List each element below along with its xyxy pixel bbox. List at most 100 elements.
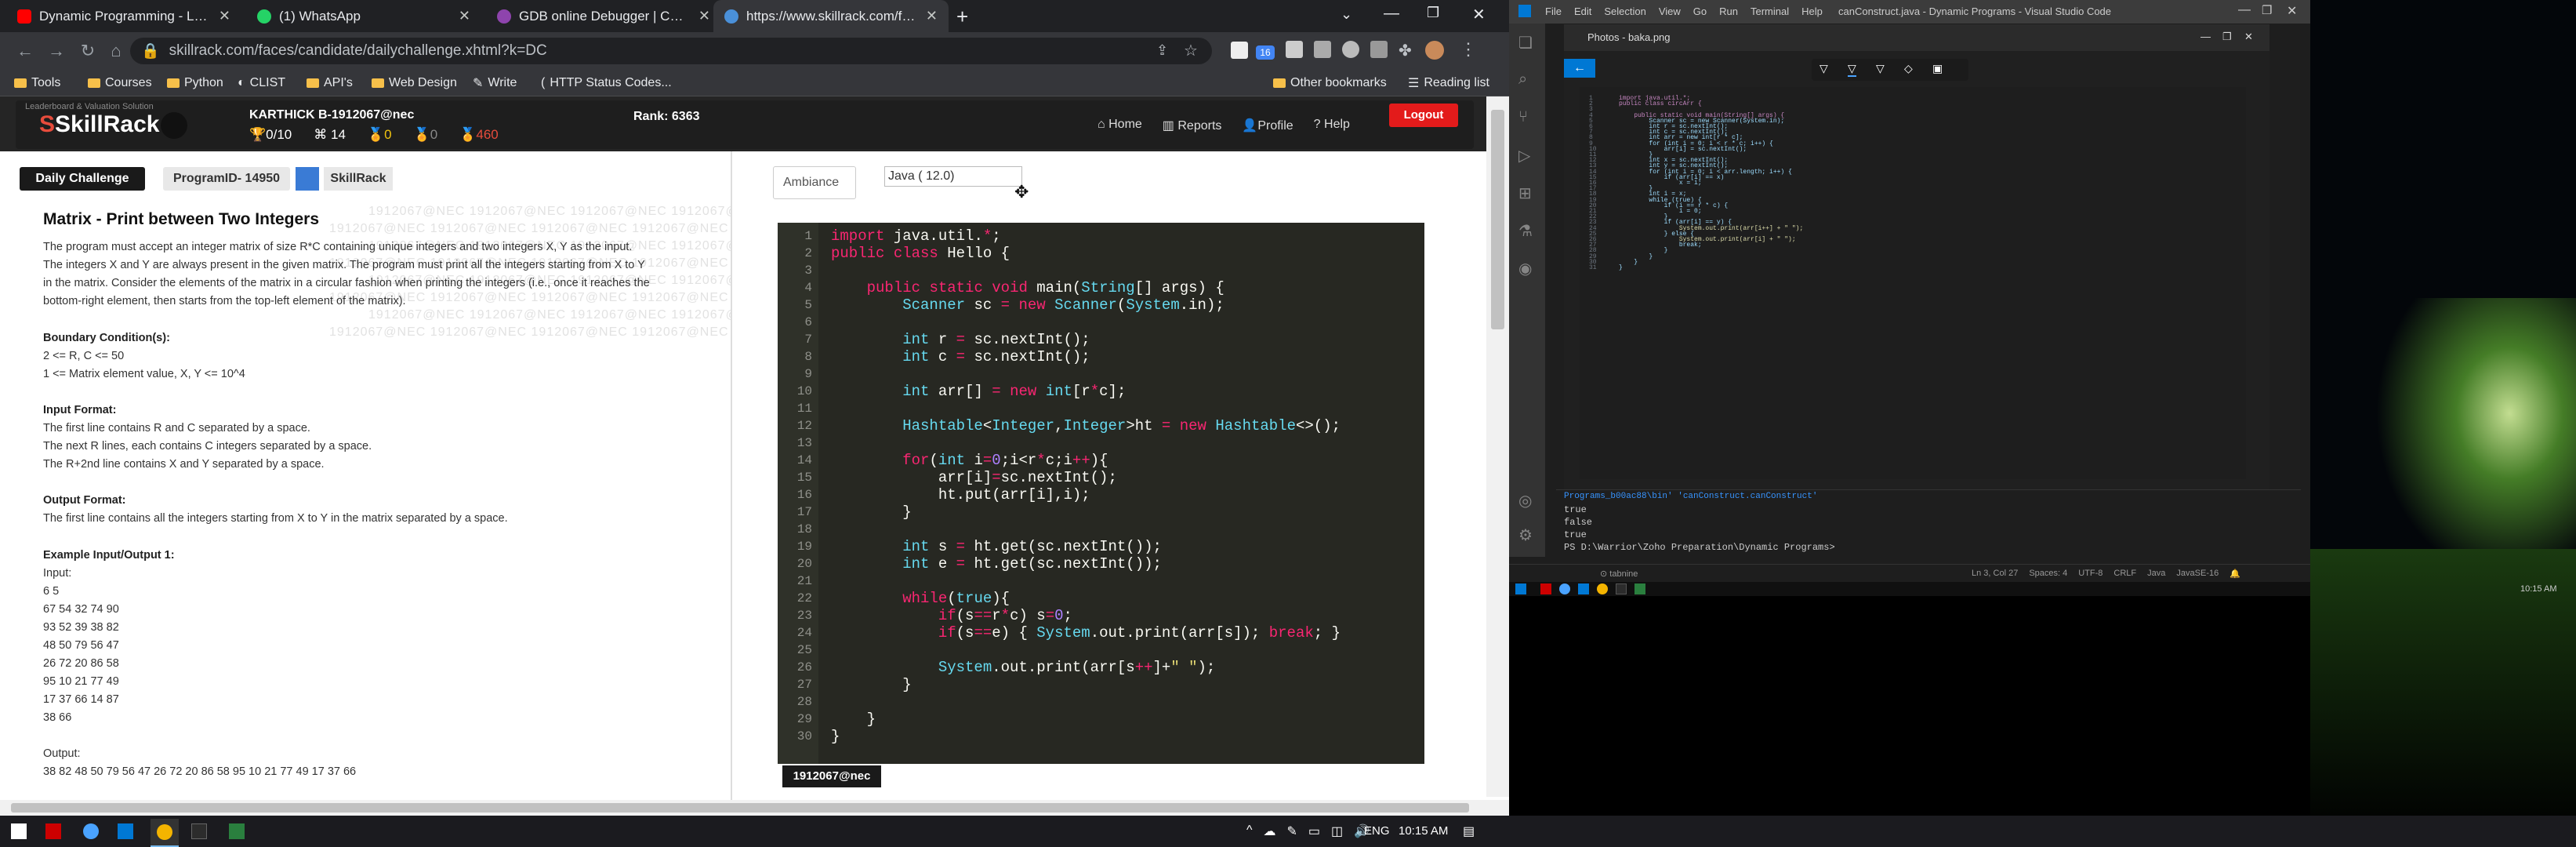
bookmark-apis[interactable]: API's [307,69,353,96]
extension-icon[interactable] [1286,41,1303,58]
home-icon[interactable]: ⌂ [99,32,133,69]
start-icon[interactable] [11,823,27,839]
bookmark-star-icon[interactable]: ☆ [1184,41,1198,60]
cursor-position[interactable]: Ln 3, Col 27 [1972,569,2018,579]
extension-icon[interactable] [1231,42,1248,59]
language-select[interactable]: Java ( 12.0) [884,166,1022,187]
tab-skillrack[interactable]: https://www.skillrack.com/faces/ ✕ [713,0,949,32]
menu-go[interactable]: Go [1693,5,1707,17]
battery-icon[interactable]: ▭ [1308,823,1320,839]
crop-icon[interactable]: ▣ [1932,62,1943,75]
app-icon[interactable] [83,823,99,839]
close-icon[interactable]: ✕ [698,8,710,24]
avatar[interactable] [1425,41,1444,60]
app-icon[interactable] [1540,583,1551,594]
close-icon[interactable]: ✕ [219,8,230,24]
shield-icon[interactable] [1342,41,1359,58]
forward-button[interactable]: → [39,32,74,69]
bookmark-web-design[interactable]: Web Design [372,69,457,96]
tab-youtube[interactable]: Dynamic Programming - Learn t ✕ [6,0,241,32]
encoding[interactable]: UTF-8 [2078,569,2103,579]
menu-help[interactable]: Help [1801,5,1823,17]
start-icon[interactable] [1515,583,1526,594]
nav-home[interactable]: ⌂ Home [1098,118,1142,133]
indentation[interactable]: Spaces: 4 [2029,569,2067,579]
window-close-button[interactable]: ✕ [2287,3,2297,19]
address-bar[interactable]: 🔒 skillrack.com/faces/candidate/dailycha… [130,38,1212,64]
bookmark-http-status[interactable]: (HTTP Status Codes... [541,69,672,96]
vscode-taskbar-icon[interactable] [118,823,133,839]
share-icon[interactable]: ⇪ [1156,42,1168,59]
nav-profile[interactable]: 👤Profile [1242,118,1293,133]
nav-help[interactable]: ? Help [1314,118,1350,133]
skillrack-logo[interactable]: SSkillRack [39,111,159,138]
menu-selection[interactable]: Selection [1604,5,1645,17]
tab-search-icon[interactable]: ⌄ [1341,6,1352,23]
app-icon[interactable] [229,823,245,839]
terminal-panel[interactable]: Programs_b00ac88\bin' 'canConstruct.canC… [1556,489,2301,560]
scrollbar-thumb[interactable] [1491,110,1504,329]
explorer-icon[interactable]: ❏ [1518,33,1533,53]
nav-reports[interactable]: ▥ Reports [1163,118,1222,133]
app-icon[interactable] [45,823,61,839]
tab-whatsapp[interactable]: (1) WhatsApp ✕ [246,0,481,32]
bookmark-other[interactable]: Other bookmarks [1273,69,1387,96]
avatar[interactable] [161,112,187,139]
pen-icon[interactable]: ✎ [1287,823,1297,839]
window-close-button[interactable]: ✕ [2244,31,2253,43]
app-icon[interactable] [1634,583,1645,594]
minimize-button[interactable]: — [2200,31,2211,42]
window-close-button[interactable]: ✕ [1472,5,1486,24]
eraser-icon[interactable]: ◇ [1904,62,1913,75]
bookmark-courses[interactable]: Courses [88,69,152,96]
run-debug-icon[interactable]: ▷ [1518,146,1530,165]
bookmark-tools[interactable]: Tools [14,69,60,96]
minimize-button[interactable]: — [2238,3,2251,17]
clock[interactable]: 10:15 AM [1399,824,1448,838]
close-icon[interactable]: ✕ [459,8,470,24]
app-icon[interactable] [1559,583,1570,594]
back-button[interactable]: ← [1564,59,1595,78]
bookmark-python[interactable]: Python [167,69,223,96]
onedrive-icon[interactable]: ☁ [1264,823,1276,839]
back-button[interactable]: ← [8,32,42,69]
chrome-taskbar-icon[interactable] [151,819,179,847]
pencil-icon[interactable]: ▽ [1848,62,1856,77]
maximize-button[interactable]: ❐ [2262,3,2272,17]
puzzle-icon[interactable]: ✤ [1399,41,1412,60]
maximize-button[interactable]: ❐ [2222,31,2232,43]
app-icon[interactable] [1616,583,1627,594]
menu-icon[interactable]: ⋮ [1460,39,1477,60]
menu-edit[interactable]: Edit [1574,5,1591,17]
tabnine-status[interactable]: ⊙ tabnine [1600,569,1638,579]
extension-icon[interactable] [1370,41,1388,58]
bell-icon[interactable]: 🔔 [2230,569,2240,579]
line-ending[interactable]: CRLF [2113,569,2136,579]
extensions-icon[interactable]: ⊞ [1518,184,1532,203]
close-icon[interactable]: ✕ [926,8,938,24]
reading-list[interactable]: ☰ Reading list [1408,69,1489,96]
menu-file[interactable]: File [1545,5,1562,17]
extension-badge[interactable]: 16 [1256,45,1275,60]
scrollbar-thumb[interactable] [11,803,1469,812]
account-icon[interactable]: ◎ [1518,491,1532,511]
language-indicator[interactable]: ENG [1364,824,1390,838]
bookmark-write[interactable]: ✎ Write [473,69,517,96]
settings-gear-icon[interactable]: ⚙ [1518,525,1533,545]
menu-terminal[interactable]: Terminal [1751,5,1789,17]
notification-icon[interactable]: ▤ [1463,823,1475,839]
source-control-icon[interactable]: ⑂ [1518,108,1528,126]
bookmark-clist[interactable]: ◐ CLIST [238,69,285,96]
network-icon[interactable]: ◫ [1331,823,1343,839]
tab-gdb[interactable]: GDB online Debugger | Compiler ✕ [486,0,721,32]
vscode-taskbar-icon[interactable] [1578,583,1589,594]
search-icon[interactable]: ⌕ [1518,71,1527,89]
extension-icon[interactable] [1314,41,1331,58]
theme-select[interactable]: Ambiance [773,166,856,199]
chevron-up-icon[interactable]: ^ [1246,823,1253,839]
testing-icon[interactable]: ⚗ [1518,221,1533,241]
ballpoint-pen-icon[interactable]: ▽ [1820,62,1828,75]
java-version[interactable]: JavaSE-16 [2176,569,2219,579]
highlighter-icon[interactable]: ▽ [1876,62,1885,75]
menu-run[interactable]: Run [1719,5,1738,17]
